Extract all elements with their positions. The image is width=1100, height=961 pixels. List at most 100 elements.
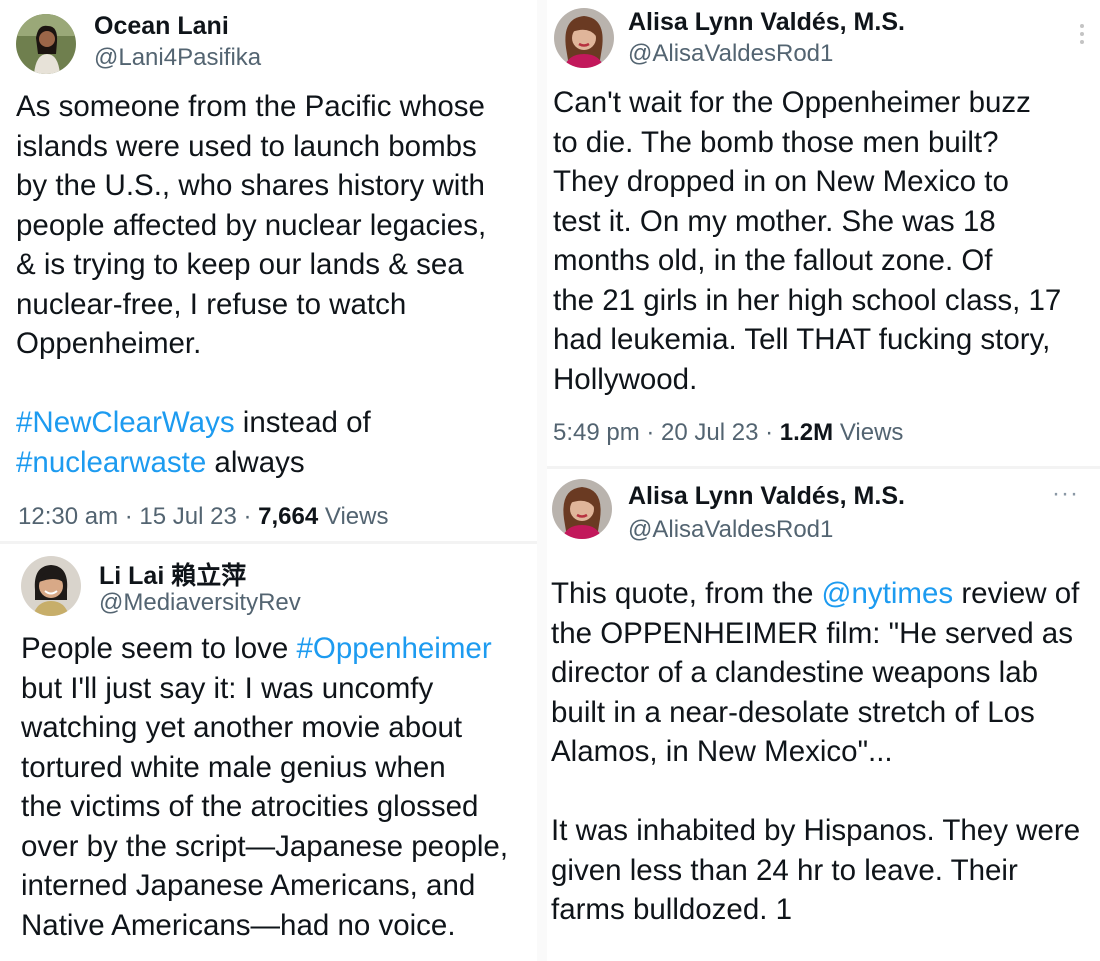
tweet-line: #NewClearWays instead of <box>16 403 486 443</box>
tweet-date[interactable]: 15 Jul 23 <box>139 503 236 530</box>
tweet-text-segment: built in a near-desolate stretch of Los <box>551 695 1035 729</box>
hashtag-link[interactable]: #NewClearWays <box>16 406 235 439</box>
views-count: 1.2M <box>779 419 834 446</box>
tweet-text-segment: given less than 24 hr to leave. Their <box>551 853 1018 887</box>
meta-separator: · <box>639 419 662 446</box>
tweet-text-segment: months old, in the fallout zone. Of <box>553 244 993 277</box>
tweet-text: People seem to love #Oppenheimer but I'll… <box>21 629 508 945</box>
tweet-line: people affected by nuclear legacies, <box>16 206 486 246</box>
tweet-text-segment: As someone from the Pacific whose <box>16 90 485 123</box>
tweet-line: This quote, from the @nytimes review of <box>551 574 1080 614</box>
tweet-time[interactable]: 12:30 am <box>18 503 118 530</box>
tweet-text-segment: Can't wait for the Oppenheimer buzz <box>553 86 1031 119</box>
tweet-text-segment: & is trying to keep our lands & sea <box>16 248 464 281</box>
tweet-line: given less than 24 hr to leave. Their <box>551 851 1080 891</box>
tweet-line: & is trying to keep our lands & sea <box>16 245 486 285</box>
author-handle[interactable]: @Lani4Pasifika <box>94 44 261 72</box>
tweet-line: had leukemia. Tell THAT fucking story, <box>553 320 1061 360</box>
tweet-text-segment: director of a clandestine weapons lab <box>551 656 1039 689</box>
tweet-line: farms bulldozed. 1 <box>551 890 1080 930</box>
more-options-icon[interactable] <box>1080 24 1086 48</box>
mention-link[interactable]: @nytimes <box>822 577 954 610</box>
tweet-meta: 5:49 pm · 20 Jul 23 · 1.2M Views <box>553 419 903 447</box>
tweet-text-segment: People seem to love <box>21 632 297 665</box>
tweet-line: the 21 girls in her high school class, 1… <box>553 281 1061 321</box>
author-name[interactable]: Li Lai 賴立萍 <box>99 556 246 592</box>
author-handle[interactable]: @MediaversityRev <box>99 589 301 617</box>
tweet-alisa-valdes-1[interactable]: Alisa Lynn Valdés, M.S. @AlisaValdesRod1… <box>547 0 1100 470</box>
tweet-text: This quote, from the @nytimes review of t… <box>551 574 1080 930</box>
tweet-line: Alamos, in New Mexico"... <box>551 732 1080 772</box>
author-name[interactable]: Alisa Lynn Valdés, M.S. <box>628 482 905 511</box>
tweet-text-segment: people affected by nuclear legacies, <box>16 208 487 242</box>
author-handle[interactable]: @AlisaValdesRod1 <box>628 516 833 544</box>
tweet-li-lai[interactable]: Li Lai 賴立萍 @MediaversityRev People seem … <box>0 545 527 961</box>
tweet-line: They dropped in on New Mexico to <box>553 162 1061 202</box>
tweet-meta: 12:30 am · 15 Jul 23 · 7,664 Views <box>18 503 388 531</box>
tweet-text-segment: farms bulldozed. 1 <box>551 893 793 926</box>
tweet-text-segment: instead of <box>234 406 371 439</box>
tweet-line: islands were used to launch bombs <box>16 127 486 167</box>
meta-separator: · <box>758 419 780 446</box>
more-options-icon[interactable]: ··· <box>1052 480 1079 508</box>
tweet-line: Native Americans—had no voice. <box>21 906 508 946</box>
tweet-line: test it. On my mother. She was 18 <box>553 202 1061 242</box>
hashtag-link[interactable]: #nuclearwaste <box>16 446 206 479</box>
author-name[interactable]: Alisa Lynn Valdés, M.S. <box>628 8 905 37</box>
tweet-text-segment: watching yet another movie about <box>21 711 463 744</box>
tweet-text-segment: tortured white male genius when <box>21 750 446 784</box>
tweet-text-segment: islands were used to launch bombs <box>16 129 477 163</box>
tweet-text-segment: They dropped in on New Mexico to <box>553 165 1009 198</box>
tweet-text-segment: by the U.S., who shares history with <box>16 169 485 202</box>
tweet-text-segment: review of <box>953 577 1080 610</box>
tweet-text-segment: This quote, from the <box>551 577 822 610</box>
tweet-line: built in a near-desolate stretch of Los <box>551 693 1080 733</box>
tweet-text: Can't wait for the Oppenheimer buzz to di… <box>553 83 1061 399</box>
tweet-line: It was inhabited by Hispanos. They were <box>551 811 1080 851</box>
tweet-text-segment: the OPPENHEIMER film: "He served as <box>551 616 1073 650</box>
tweet-text-segment: interned Japanese Americans, and <box>21 869 476 902</box>
author-name[interactable]: Ocean Lani <box>94 12 229 41</box>
avatar[interactable] <box>554 8 614 68</box>
tweet-line: nuclear-free, I refuse to watch <box>16 285 486 325</box>
tweet-line: As someone from the Pacific whose <box>16 87 486 127</box>
tweet-line: by the U.S., who shares history with <box>16 166 486 206</box>
tweet-text-segment: It was inhabited by Hispanos. They were <box>551 814 1081 847</box>
column-gutter <box>537 0 547 961</box>
avatar[interactable] <box>16 14 76 74</box>
tweet-line: the OPPENHEIMER film: "He served as <box>551 614 1080 654</box>
tweet-line: People seem to love #Oppenheimer <box>21 629 508 669</box>
tweet-text-segment: Oppenheimer. <box>16 327 202 360</box>
tweet-line: director of a clandestine weapons lab <box>551 653 1080 693</box>
avatar[interactable] <box>21 556 81 616</box>
tweet-time[interactable]: 5:49 pm <box>553 419 640 446</box>
tweet-text-segment: Hollywood. <box>553 362 698 396</box>
tweet-line: over by the script—Japanese people, <box>21 827 508 867</box>
tweet-text-segment: over by the script—Japanese people, <box>21 829 509 863</box>
tweet-line: interned Japanese Americans, and <box>21 866 508 906</box>
tweet-text-segment: Native Americans—had no voice. <box>21 908 456 942</box>
tweet-line: #nuclearwaste always <box>16 443 486 483</box>
tweet-line: tortured white male genius when <box>21 748 508 788</box>
tweet-line: Can't wait for the Oppenheimer buzz <box>553 83 1061 123</box>
screenshot-separator <box>0 541 537 544</box>
author-handle[interactable]: @AlisaValdesRod1 <box>628 40 833 68</box>
tweet-alisa-valdes-2[interactable]: Alisa Lynn Valdés, M.S. @AlisaValdesRod1… <box>547 470 1100 961</box>
tweet-line: the victims of the atrocities glossed <box>21 787 508 827</box>
tweet-line: months old, in the fallout zone. Of <box>553 241 1061 281</box>
tweet-line: Oppenheimer. <box>16 324 486 364</box>
hashtag-link[interactable]: #Oppenheimer <box>297 632 492 665</box>
screenshot-separator <box>547 466 1100 469</box>
tweet-date[interactable]: 20 Jul 23 <box>661 419 758 446</box>
tweet-text-segment: Alamos, in New Mexico"... <box>551 735 893 768</box>
tweet-line: watching yet another movie about <box>21 708 508 748</box>
tweet-line: Hollywood. <box>553 360 1061 400</box>
meta-separator: · <box>236 503 259 530</box>
tweet-text-segment: to die. The bomb those men built? <box>553 125 999 159</box>
tweet-line: but I'll just say it: I was uncomfy <box>21 669 508 709</box>
avatar[interactable] <box>552 479 612 539</box>
tweet-text-segment: nuclear-free, I refuse to watch <box>16 287 407 321</box>
tweet-ocean-lani[interactable]: Ocean Lani @Lani4Pasifika As someone fro… <box>0 0 537 545</box>
